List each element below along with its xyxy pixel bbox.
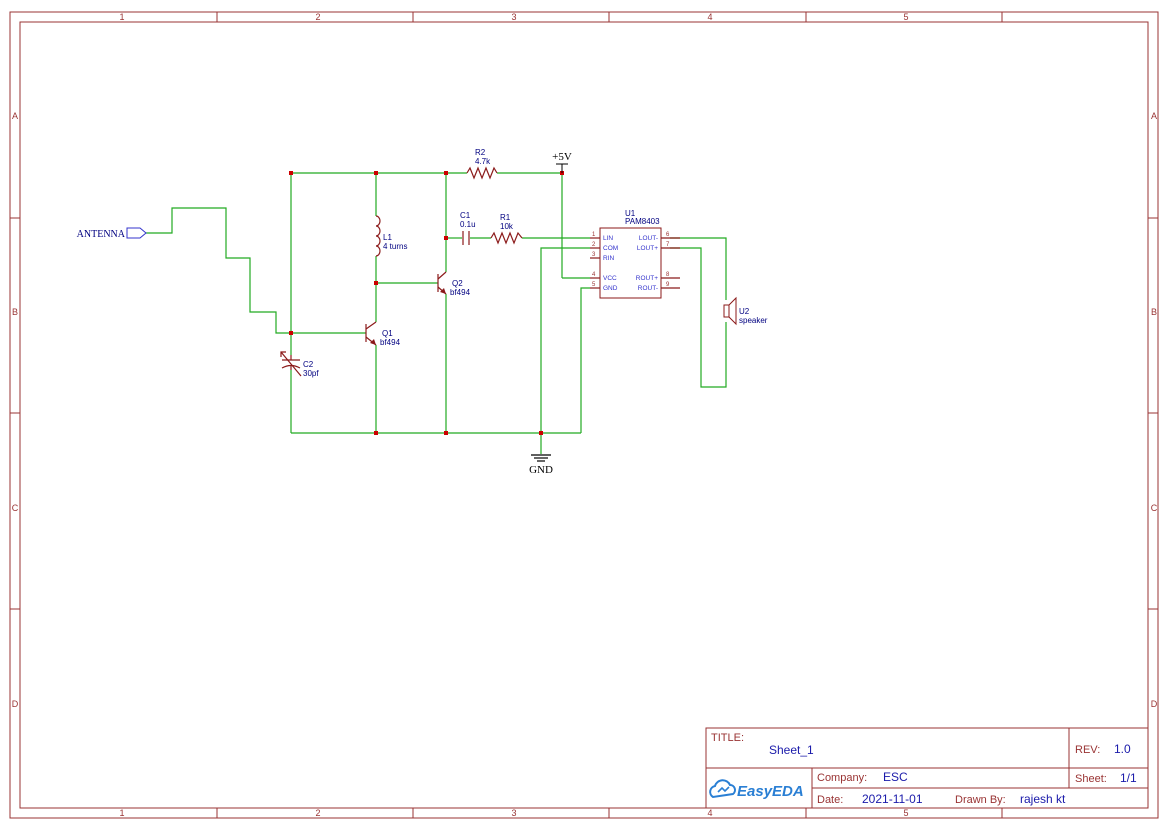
- transistor-q1: Q1 bf494: [365, 321, 401, 347]
- drawn-by-label: Drawn By:: [955, 794, 1006, 806]
- r2-value: 4.7k: [475, 157, 491, 166]
- company-label: Company:: [817, 772, 867, 784]
- sheet-frame: [9, 11, 1159, 819]
- q2-ref: Q2: [452, 279, 463, 288]
- transistor-q2: Q2 bf494: [437, 271, 471, 297]
- zone-row-d-left: D: [12, 699, 19, 709]
- u1-pin4-name: VCC: [603, 275, 617, 282]
- r1-value: 10k: [500, 222, 514, 231]
- sheet-value: 1/1: [1120, 771, 1137, 785]
- u1-pin6-num: 6: [666, 232, 670, 238]
- q1-value: bf494: [380, 338, 401, 347]
- c1-ref: C1: [460, 211, 471, 220]
- antenna-label: ANTENNA: [77, 229, 126, 240]
- junctions: [289, 171, 564, 435]
- u2-value: speaker: [739, 316, 768, 325]
- u1-pin2-name: COM: [603, 245, 618, 252]
- vcc-label: +5V: [552, 151, 572, 163]
- u1-pin7-name: LOUT+: [637, 245, 658, 252]
- u2-ref: U2: [739, 307, 750, 316]
- rev-value: 1.0: [1114, 742, 1131, 756]
- resistor-r2: R2 4.7k: [466, 148, 498, 180]
- u1-value: PAM8403: [625, 217, 660, 226]
- u1-pin3-num: 3: [592, 252, 596, 258]
- zone-row-c-left: C: [12, 503, 19, 513]
- zone-col-1-bottom: 1: [119, 808, 124, 818]
- title-label: TITLE:: [711, 732, 744, 744]
- u1-pin3-name: RIN: [603, 255, 615, 262]
- zone-col-2-top: 2: [315, 12, 320, 22]
- zone-col-4-top: 4: [707, 12, 712, 22]
- zone-col-3-bottom: 3: [511, 808, 516, 818]
- gnd-label: GND: [529, 464, 553, 476]
- zone-col-4-bottom: 4: [707, 808, 712, 818]
- u1-pin2-num: 2: [592, 242, 596, 248]
- u1-pin9-name: ROUT-: [638, 285, 658, 292]
- u1-pin5-num: 5: [592, 282, 596, 288]
- zone-row-b-right: B: [1151, 307, 1157, 317]
- title-value: Sheet_1: [769, 743, 814, 757]
- zone-row-a-right: A: [1151, 111, 1157, 121]
- zone-col-1-top: 1: [119, 12, 124, 22]
- vcc-power-symbol: +5V: [552, 151, 572, 173]
- l1-ref: L1: [383, 233, 392, 242]
- sheet-label: Sheet:: [1075, 773, 1107, 785]
- u1-pin9-num: 9: [666, 282, 670, 288]
- company-value: ESC: [883, 770, 908, 784]
- zone-row-b-left: B: [12, 307, 18, 317]
- zone-col-5-bottom: 5: [903, 808, 908, 818]
- zone-col-5-top: 5: [903, 12, 908, 22]
- c1-value: 0.1u: [460, 220, 476, 229]
- u1-pin5-name: GND: [603, 285, 618, 292]
- r2-ref: R2: [475, 148, 486, 157]
- rev-label: REV:: [1075, 744, 1100, 756]
- q1-ref: Q1: [382, 329, 393, 338]
- schematic-sheet: 1 2 3 4 5 1 2 3 4 5 A B C D A B C D ANTE…: [9, 11, 1159, 819]
- c2-ref: C2: [303, 360, 314, 369]
- l1-value: 4 turns: [383, 242, 407, 251]
- speaker-u2: U2 speaker: [723, 296, 768, 326]
- u1-pin4-num: 4: [592, 272, 596, 278]
- zone-row-d-right: D: [1151, 699, 1158, 709]
- u1-pin1-name: LIN: [603, 235, 613, 242]
- easyeda-logo: EasyEDA: [709, 779, 804, 800]
- ic-u1-pam8403: U1 PAM8403 1 2 3 4 5 LIN COM RIN VCC GND…: [590, 209, 680, 299]
- zone-col-3-top: 3: [511, 12, 516, 22]
- c2-value: 30pf: [303, 369, 319, 378]
- zone-row-a-left: A: [12, 111, 18, 121]
- brand-name: EasyEDA: [737, 783, 804, 800]
- variable-capacitor-c2: C2 30pf: [280, 351, 319, 378]
- date-value: 2021-11-01: [862, 792, 923, 806]
- r1-ref: R1: [500, 213, 511, 222]
- wires: [146, 172, 727, 454]
- u1-pin8-name: ROUT+: [636, 275, 658, 282]
- u1-pin7-num: 7: [666, 242, 670, 248]
- antenna-net-port: ANTENNA: [77, 227, 147, 240]
- title-block: TITLE: Sheet_1 REV: 1.0 Company: ESC She…: [705, 727, 1149, 809]
- capacitor-c1: C1 0.1u: [460, 211, 476, 245]
- drawn-by-value: rajesh kt: [1020, 792, 1066, 806]
- zone-labels: 1 2 3 4 5 1 2 3 4 5 A B C D A B C D: [12, 12, 1158, 818]
- cloud-icon: [709, 779, 736, 799]
- gnd-power-symbol: GND: [529, 454, 553, 476]
- u1-pin8-num: 8: [666, 272, 670, 278]
- date-label: Date:: [817, 794, 843, 806]
- zone-col-2-bottom: 2: [315, 808, 320, 818]
- inductor-l1: L1 4 turns: [375, 215, 407, 257]
- resistor-r1: R1 10k: [490, 213, 523, 245]
- q2-value: bf494: [450, 288, 471, 297]
- u1-pin1-num: 1: [592, 232, 596, 238]
- zone-row-c-right: C: [1151, 503, 1158, 513]
- u1-pin6-name: LOUT-: [639, 235, 658, 242]
